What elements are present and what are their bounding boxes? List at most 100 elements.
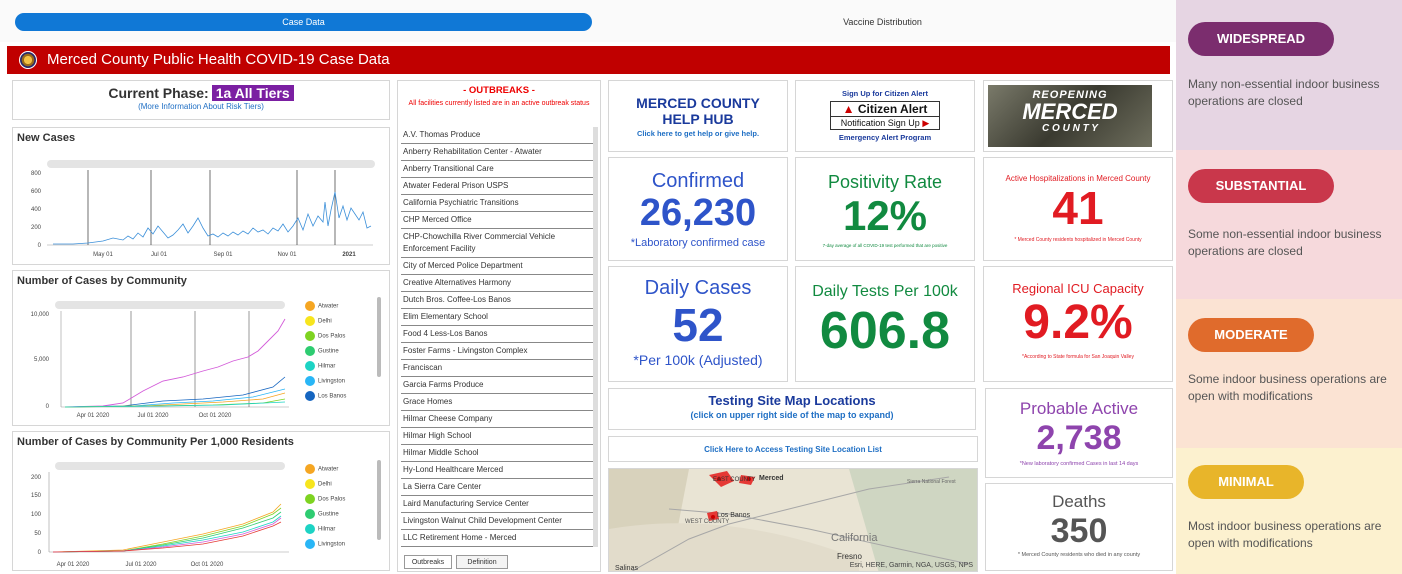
x-tick: Nov 01 (277, 252, 297, 258)
citizen-alert-card[interactable]: Sign Up for Citizen Alert ▲ Citizen Aler… (795, 80, 975, 152)
legend-item[interactable]: Dos Palos (305, 494, 345, 509)
new-cases-title: New Cases (17, 132, 76, 144)
tab-outbreaks[interactable]: Outbreaks (404, 555, 452, 569)
x-tick: Apr 01 2020 (77, 413, 110, 419)
map-attribution: Esri, HERE, Garmin, NGA, USGS, NPS (849, 562, 973, 569)
range-slider[interactable] (55, 301, 285, 309)
y-tick: 5,000 (34, 357, 50, 363)
deaths-card: Deaths 350 * Merced County residents who… (985, 483, 1173, 571)
legend-item[interactable]: Livingston (305, 376, 346, 391)
y-tick: 10,000 (31, 312, 50, 318)
arrow-right-icon: ▶ (922, 118, 930, 128)
outbreak-list-item: Anberry Rehabilitation Center - Atwater (401, 144, 593, 161)
testing-site-map[interactable]: EAST COUNTY Merced Los Banos WEST COUNTY… (608, 468, 978, 572)
range-slider[interactable] (55, 462, 285, 470)
outbreaks-panel: - OUTBREAKS - All facilities currently l… (397, 80, 601, 572)
outbreak-scrollbar[interactable] (593, 127, 598, 547)
map-label: Merced (759, 475, 784, 482)
map-label: Salinas (615, 565, 638, 572)
legend-label: Livingston (318, 541, 346, 548)
help-hub-card[interactable]: MERCED COUNTY HELP HUB Click here to get… (608, 80, 788, 152)
testing-list-link[interactable]: Click Here to Access Testing Site Locati… (609, 437, 977, 463)
per-1000-chart: Number of Cases by Community Per 1,000 R… (12, 431, 390, 571)
tab-case-data[interactable]: Case Data (15, 13, 592, 31)
hospitalizations-note: * Merced County residents hospitalized i… (1014, 237, 1142, 243)
outbreak-list-item: Hilmar High School (401, 428, 593, 445)
tab-definition[interactable]: Definition (456, 555, 508, 569)
community-cases-chart: Number of Cases by Community 10,000 5,00… (12, 270, 390, 426)
legend-item[interactable]: Delhi (305, 479, 345, 494)
legend-item[interactable]: Livingston (305, 539, 345, 554)
icu-note: *According to State formula for San Joaq… (1022, 354, 1134, 360)
legend-scrollbar[interactable] (377, 460, 381, 540)
outbreaks-title: - OUTBREAKS - (463, 85, 535, 96)
x-tick: Sep 01 (213, 252, 233, 258)
legend-swatch (305, 524, 315, 534)
help-hub-link[interactable]: Click here to get help or give help. (609, 129, 787, 138)
outbreak-list-item: Anberry Transitional Care (401, 161, 593, 178)
legend-label: Dos Palos (318, 333, 346, 340)
risk-moderate: MODERATE Some indoor business operations… (1176, 299, 1402, 448)
hospitalizations-value: 41 (1052, 182, 1104, 234)
outbreak-list-item: Livingston Walnut Child Development Cent… (401, 513, 593, 530)
x-tick: May 01 (93, 252, 113, 258)
title-bar: Merced County Public Health COVID-19 Cas… (7, 46, 1170, 74)
daily-cases-value: 52 (672, 299, 724, 351)
legend-label: Gustine (318, 511, 339, 518)
citizen-alert-signup[interactable]: Notification Sign Up (841, 118, 920, 128)
tab-vaccine-distribution[interactable]: Vaccine Distribution (600, 13, 1165, 31)
legend-item[interactable]: Delhi (305, 316, 346, 331)
legend-item[interactable]: Dos Palos (305, 331, 346, 346)
legend-label: Livingston (318, 378, 346, 385)
legend-label: Gustine (318, 348, 339, 355)
risk-moderate-pill: MODERATE (1188, 318, 1314, 352)
outbreak-list-item: LLC Retirement Home - Merced (401, 530, 593, 547)
legend-item[interactable]: Atwater (305, 464, 345, 479)
confirmed-note: *Laboratory confirmed case (630, 237, 766, 249)
legend-item[interactable]: Atwater (305, 301, 346, 316)
outbreak-list-item: California Psychiatric Transitions (401, 195, 593, 212)
legend-label: Dos Palos (318, 496, 346, 503)
outbreak-list-item: La Sierra Care Center (401, 479, 593, 496)
probable-label: Probable Active (1019, 399, 1139, 418)
x-tick: Jul 01 2020 (137, 413, 169, 419)
legend-label: Hilmar (318, 526, 336, 533)
per-1000-chart-title: Number of Cases by Community Per 1,000 R… (17, 436, 294, 448)
y-tick: 100 (31, 512, 42, 518)
risk-widespread: WIDESPREAD Many non-essential indoor bus… (1176, 0, 1402, 150)
outbreak-list-item: Food 4 Less-Los Banos (401, 326, 593, 343)
citizen-alert-brand: Citizen Alert (857, 102, 928, 116)
legend-swatch (305, 479, 315, 489)
legend-item[interactable]: Hilmar (305, 361, 346, 376)
testing-list-card[interactable]: Click Here to Access Testing Site Locati… (608, 436, 978, 462)
legend-scrollbar[interactable] (377, 297, 381, 377)
outbreak-list-item: Atwater Federal Prison USPS (401, 178, 593, 195)
community-legend: Atwater Delhi Dos Palos Gustine Hilmar Living… (305, 301, 346, 406)
risk-tiers-link[interactable]: (More Information About Risk Tiers) (13, 102, 389, 111)
deaths-note: * Merced County residents who died in an… (1017, 552, 1141, 558)
range-slider[interactable] (47, 160, 375, 168)
outbreak-list-item: Garcia Farms Produce (401, 377, 593, 394)
map-label: Sierra National Forest (907, 479, 956, 485)
outbreak-list-item: Elim Elementary School (401, 309, 593, 326)
outbreak-list-item: A.V. Thomas Produce (401, 127, 593, 144)
risk-substantial: SUBSTANTIAL Some non-essential indoor bu… (1176, 150, 1402, 299)
legend-item[interactable]: Hilmar (305, 524, 345, 539)
legend-item[interactable]: Gustine (305, 509, 345, 524)
y-tick: 200 (31, 225, 42, 231)
phase-label: Current Phase: (108, 85, 209, 101)
y-tick: 50 (34, 531, 41, 537)
legend-item[interactable]: Los Banos (305, 391, 346, 406)
daily-cases-card: Daily Cases 52 *Per 100k (Adjusted) (608, 266, 788, 382)
x-tick: Apr 01 2020 (57, 562, 90, 568)
icu-capacity-card: Regional ICU Capacity 9.2% *According to… (983, 266, 1173, 382)
legend-swatch (305, 376, 315, 386)
reopening-merced-banner[interactable]: REOPENING MERCED C O U N T Y (983, 80, 1173, 152)
outbreaks-subtitle: All facilities currently listed are in a… (408, 100, 590, 107)
legend-item[interactable]: Gustine (305, 346, 346, 361)
risk-minimal-pill: MINIMAL (1188, 465, 1304, 499)
legend-swatch (305, 316, 315, 326)
deaths-value: 350 (1050, 512, 1108, 550)
testing-subtitle: (click on upper right side of the map to… (690, 410, 894, 420)
probable-note: *New laboratory confirmed Cases in last … (1019, 461, 1139, 467)
